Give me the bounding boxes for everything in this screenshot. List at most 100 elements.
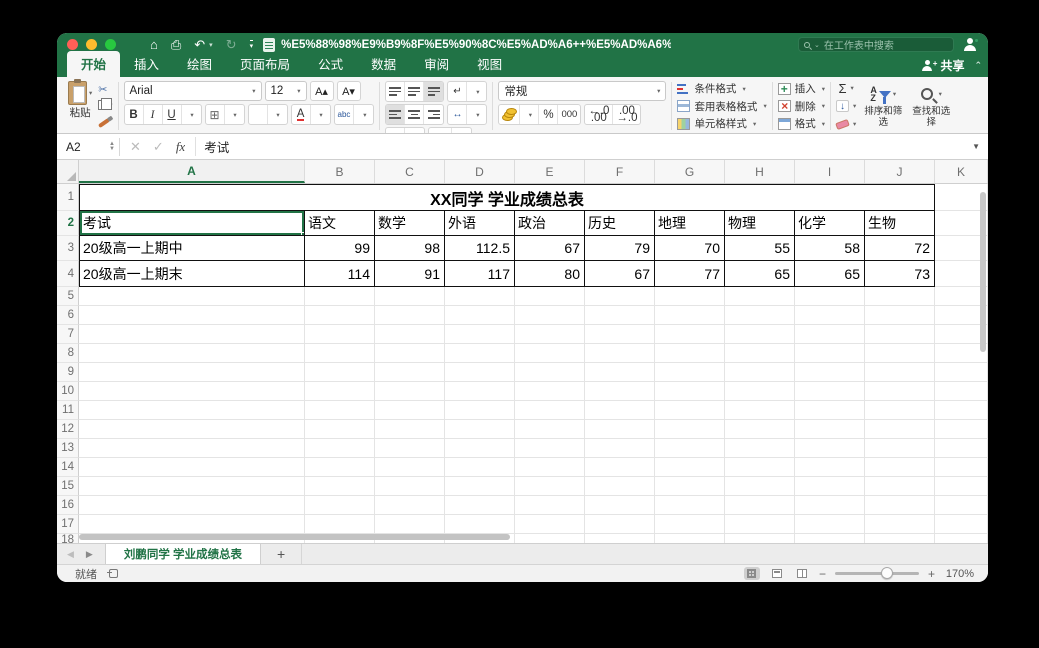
align-center-button[interactable] [405, 105, 424, 124]
tab-data[interactable]: 数据 [357, 51, 410, 77]
insert-function-icon[interactable]: fx [176, 139, 185, 155]
cell-F5[interactable] [585, 287, 655, 306]
redo-icon[interactable]: ↻ [226, 38, 237, 51]
search-dropdown-icon[interactable]: ⌄ [814, 41, 820, 49]
font-color-button[interactable]: A [292, 105, 311, 124]
cell-A13[interactable] [79, 439, 305, 458]
row-header-6[interactable]: 6 [57, 306, 79, 325]
cell-E12[interactable] [515, 420, 585, 439]
next-sheet-icon[interactable]: ▶ [86, 549, 93, 560]
column-header-K[interactable]: K [935, 160, 988, 183]
insert-cells-button[interactable]: 插入▾ [778, 81, 825, 96]
cell-K14[interactable] [935, 458, 988, 477]
quick-access-dropdown-icon[interactable]: ▾ [250, 40, 254, 50]
cell-H17[interactable] [725, 515, 795, 534]
cell-K12[interactable] [935, 420, 988, 439]
cell-F7[interactable] [585, 325, 655, 344]
align-left-button[interactable] [386, 105, 405, 124]
column-header-H[interactable]: H [725, 160, 795, 183]
clear-button[interactable]: ▾ [836, 117, 856, 131]
cell-I10[interactable] [795, 382, 865, 401]
cell-A17[interactable] [79, 515, 305, 534]
cell-F9[interactable] [585, 363, 655, 382]
cell-B11[interactable] [305, 401, 375, 420]
horizontal-scrollbar[interactable] [79, 534, 510, 540]
cell-E9[interactable] [515, 363, 585, 382]
column-header-G[interactable]: G [655, 160, 725, 183]
row-header-2[interactable]: 2 [57, 211, 79, 236]
cell-J8[interactable] [865, 344, 935, 363]
cell-E2[interactable]: 政治 [515, 211, 585, 236]
tab-formulas[interactable]: 公式 [304, 51, 357, 77]
cell-A9[interactable] [79, 363, 305, 382]
cell-D14[interactable] [445, 458, 515, 477]
borders-button[interactable]: ⊞ [206, 105, 225, 124]
cell-K17[interactable] [935, 515, 988, 534]
cell-D3[interactable]: 112.5 [445, 236, 515, 261]
cell-E13[interactable] [515, 439, 585, 458]
cell-F6[interactable] [585, 306, 655, 325]
cell-C11[interactable] [375, 401, 445, 420]
cell-A8[interactable] [79, 344, 305, 363]
cell-A10[interactable] [79, 382, 305, 401]
cell-F13[interactable] [585, 439, 655, 458]
cell-I7[interactable] [795, 325, 865, 344]
collapse-ribbon-icon[interactable]: ⌃ [974, 60, 982, 71]
cell-E16[interactable] [515, 496, 585, 515]
cell-H13[interactable] [725, 439, 795, 458]
cell-G7[interactable] [655, 325, 725, 344]
cell-H12[interactable] [725, 420, 795, 439]
cell-I17[interactable] [795, 515, 865, 534]
cell-I11[interactable] [795, 401, 865, 420]
cell-F4[interactable]: 67 [585, 261, 655, 287]
cell-H18[interactable] [725, 534, 795, 543]
cell-K9[interactable] [935, 363, 988, 382]
zoom-in-button[interactable]: + [928, 567, 935, 581]
cell-G5[interactable] [655, 287, 725, 306]
cell-K15[interactable] [935, 477, 988, 496]
conditional-formatting-button[interactable]: 条件格式▾ [677, 81, 766, 96]
cell-E3[interactable]: 67 [515, 236, 585, 261]
cell-G14[interactable] [655, 458, 725, 477]
row-header-13[interactable]: 13 [57, 439, 79, 458]
cell-J6[interactable] [865, 306, 935, 325]
close-window-button[interactable] [67, 39, 78, 50]
cell-B4[interactable]: 114 [305, 261, 375, 287]
column-header-J[interactable]: J [865, 160, 935, 183]
cell-I3[interactable]: 58 [795, 236, 865, 261]
cell-G3[interactable]: 70 [655, 236, 725, 261]
cell-A4[interactable]: 20级高一上期末 [79, 261, 305, 287]
decrease-decimal-button[interactable]: .00→.0 [613, 105, 640, 124]
cell-B9[interactable] [305, 363, 375, 382]
column-header-E[interactable]: E [515, 160, 585, 183]
increase-decimal-button[interactable]: ←.0.00 [585, 105, 613, 124]
cell-H8[interactable] [725, 344, 795, 363]
borders-dropdown[interactable]: ▾ [225, 105, 244, 124]
cell-H14[interactable] [725, 458, 795, 477]
cell-C14[interactable] [375, 458, 445, 477]
cell-H4[interactable]: 65 [725, 261, 795, 287]
cell-B5[interactable] [305, 287, 375, 306]
cell-B8[interactable] [305, 344, 375, 363]
cell-E11[interactable] [515, 401, 585, 420]
cell-C8[interactable] [375, 344, 445, 363]
cell-B10[interactable] [305, 382, 375, 401]
merge-dropdown[interactable]: ▾ [467, 105, 486, 124]
column-header-B[interactable]: B [305, 160, 375, 183]
cell-D15[interactable] [445, 477, 515, 496]
cell-D9[interactable] [445, 363, 515, 382]
cell-J5[interactable] [865, 287, 935, 306]
page-layout-view-button[interactable] [769, 567, 785, 580]
tab-review[interactable]: 审阅 [410, 51, 463, 77]
cell-I15[interactable] [795, 477, 865, 496]
cell-I5[interactable] [795, 287, 865, 306]
select-all-corner[interactable] [57, 160, 79, 183]
cell-title[interactable]: XX同学 学业成绩总表 [79, 184, 935, 211]
cell-C13[interactable] [375, 439, 445, 458]
wrap-text-button[interactable]: ↵ [448, 82, 467, 101]
cell-D4[interactable]: 117 [445, 261, 515, 287]
cell-F10[interactable] [585, 382, 655, 401]
cell-C7[interactable] [375, 325, 445, 344]
merge-center-button[interactable]: ↔ [448, 105, 467, 124]
cell-A15[interactable] [79, 477, 305, 496]
